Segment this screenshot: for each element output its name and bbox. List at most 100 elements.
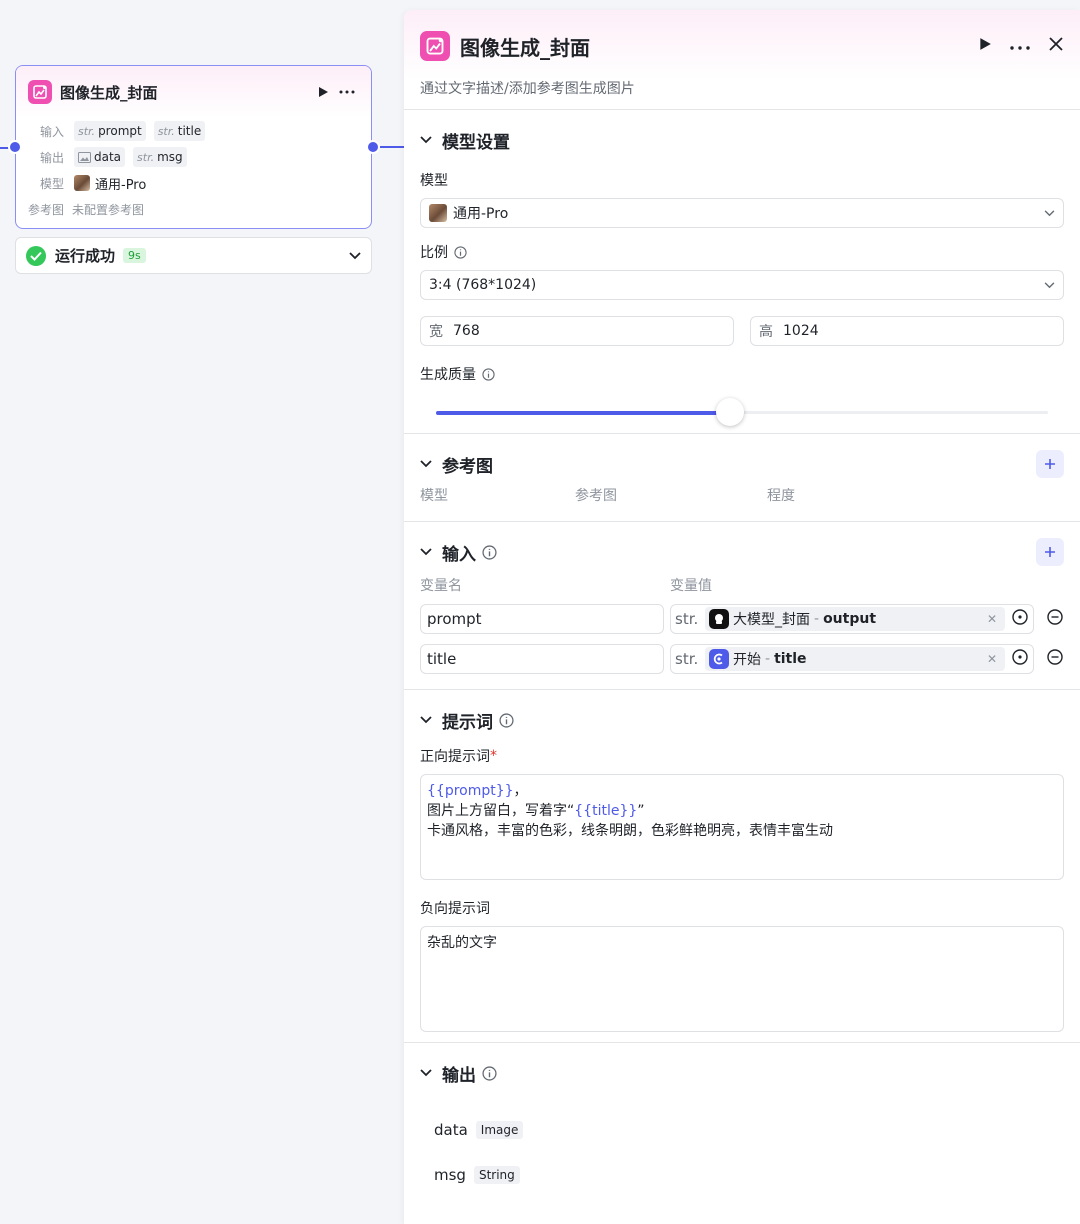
chevron-down-icon[interactable] <box>349 248 361 264</box>
node-model-row: 模型 通用-Pro <box>16 170 371 196</box>
prompt-title: 提示词 <box>442 712 493 733</box>
run-icon[interactable] <box>311 80 335 104</box>
model-settings-header[interactable]: 模型设置 <box>420 110 1064 170</box>
ref-value: 未配置参考图 <box>72 202 145 217</box>
reference-title: 参考图 <box>442 456 493 477</box>
var-ref-chip[interactable]: 开始 - title ✕ <box>705 647 1005 671</box>
model-settings-section: 模型设置 模型 通用-Pro 比例 3:4 (768*1024) 宽 768 高 <box>404 110 1080 434</box>
image-gen-icon <box>28 80 52 104</box>
info-icon[interactable] <box>482 1065 497 1081</box>
chevron-down-icon[interactable] <box>420 460 432 468</box>
image-icon <box>78 151 91 163</box>
positive-label-row: 正向提示词 * <box>420 746 1064 766</box>
input-row: title str. 开始 - title ✕ <box>420 644 1064 674</box>
ref-col-model: 模型 <box>420 488 448 504</box>
clear-icon[interactable]: ✕ <box>987 652 1001 666</box>
var-value-field[interactable]: str. 大模型_封面 - output ✕ <box>670 604 1034 634</box>
quality-label-row: 生成质量 <box>420 364 1064 384</box>
outputs-header[interactable]: 输出 <box>420 1043 1064 1103</box>
chevron-down-icon <box>1044 281 1055 288</box>
var-ref-chip[interactable]: 大模型_封面 - output ✕ <box>705 607 1005 631</box>
var-name-input[interactable]: title <box>420 644 664 674</box>
chevron-down-icon[interactable] <box>420 548 432 556</box>
node-header: 图像生成_封面 <box>16 66 371 118</box>
ratio-label-row: 比例 <box>420 242 1064 262</box>
height-value: 1024 <box>783 323 819 339</box>
width-input[interactable]: 宽 768 <box>420 316 734 346</box>
col-var-name: 变量名 <box>420 578 462 594</box>
llm-icon <box>709 609 729 629</box>
model-select[interactable]: 通用-Pro <box>420 198 1064 228</box>
positive-prompt-textarea[interactable]: {{prompt}}， 图片上方留白，写着字“{{title}}” 卡通风格，丰… <box>420 774 1064 880</box>
clear-icon[interactable]: ✕ <box>987 612 1001 626</box>
model-label: 模型 <box>40 176 65 191</box>
var-type: str. <box>675 610 699 628</box>
info-icon[interactable] <box>454 245 467 259</box>
info-icon[interactable] <box>482 367 495 381</box>
ratio-select[interactable]: 3:4 (768*1024) <box>420 270 1064 300</box>
node-ref-row: 参考图 未配置参考图 <box>16 196 371 222</box>
info-icon[interactable] <box>499 712 514 728</box>
add-input-button[interactable] <box>1036 538 1064 566</box>
info-icon[interactable] <box>482 544 497 560</box>
output-tag: data <box>74 147 126 167</box>
slider-thumb[interactable] <box>715 398 744 426</box>
remove-icon[interactable] <box>1046 648 1064 670</box>
output-tag: str. msg <box>133 147 187 167</box>
model-label: 模型 <box>420 173 448 189</box>
add-reference-button[interactable] <box>1036 450 1064 478</box>
type-prefix: str. <box>157 124 175 138</box>
run-icon[interactable] <box>978 37 992 55</box>
inputs-label: 输入 <box>40 124 65 139</box>
target-icon[interactable] <box>1011 648 1029 670</box>
node-inputs-row: 输入 str. prompt str. title <box>16 118 371 144</box>
node-config-panel: 图像生成_封面 通过文字描述/添加参考图生成图片 模型设置 模型 通用-Pro … <box>404 10 1080 1224</box>
outputs-title: 输出 <box>442 1065 476 1086</box>
input-name: title <box>177 124 202 138</box>
output-item: data Image <box>420 1107 1064 1152</box>
run-status-bar[interactable]: 运行成功 9s <box>15 237 372 274</box>
target-icon[interactable] <box>1011 608 1029 630</box>
prompt-section: 提示词 正向提示词 * {{prompt}}， 图片上方留白，写着字“{{titl… <box>404 690 1080 1043</box>
image-gen-node[interactable]: 图像生成_封面 输入 str. prompt str. title 输出 data … <box>15 65 372 229</box>
height-input[interactable]: 高 1024 <box>750 316 1064 346</box>
outputs-label: 输出 <box>40 150 65 165</box>
output-type: String <box>473 1165 520 1184</box>
height-prefix: 高 <box>759 324 773 340</box>
output-port[interactable] <box>366 140 380 154</box>
negative-prompt-text: 杂乱的文字 <box>427 935 497 951</box>
input-row: prompt str. 大模型_封面 - output ✕ <box>420 604 1064 634</box>
prompt-text: ， <box>513 783 528 799</box>
close-icon[interactable] <box>1048 36 1064 56</box>
type-prefix: str. <box>78 124 96 138</box>
remove-icon[interactable] <box>1046 608 1064 630</box>
col-var-value: 变量值 <box>670 578 712 594</box>
negative-prompt-textarea[interactable]: 杂乱的文字 <box>420 926 1064 1032</box>
more-icon[interactable] <box>335 80 359 104</box>
more-icon[interactable] <box>1010 38 1030 54</box>
type-prefix: str. <box>137 150 155 164</box>
var-value-field[interactable]: str. 开始 - title ✕ <box>670 644 1034 674</box>
input-tag: str. prompt <box>74 121 146 141</box>
ref-label: 参考图 <box>28 202 65 217</box>
quality-slider[interactable] <box>436 392 1048 432</box>
output-type: Image <box>475 1120 524 1139</box>
input-port[interactable] <box>8 140 22 154</box>
chevron-down-icon[interactable] <box>420 1069 432 1077</box>
chevron-down-icon[interactable] <box>420 136 432 144</box>
var-name-input[interactable]: prompt <box>420 604 664 634</box>
output-name: data <box>434 1120 468 1139</box>
prompt-header[interactable]: 提示词 <box>420 690 1064 750</box>
start-icon <box>709 649 729 669</box>
prompt-var-token: {{prompt}} <box>427 783 514 799</box>
reference-section: 参考图 模型 参考图 程度 <box>404 434 1080 522</box>
positive-prompt-label: 正向提示词 <box>420 749 490 765</box>
width-value: 768 <box>453 323 480 339</box>
plus-icon <box>1045 459 1055 469</box>
quality-label: 生成质量 <box>420 367 476 383</box>
model-select-value: 通用-Pro <box>453 206 509 222</box>
ref-separator: - <box>765 651 771 667</box>
chevron-down-icon[interactable] <box>420 716 432 724</box>
outputs-section: 输出 data Image msg String <box>404 1043 1080 1197</box>
prompt-text: 卡通风格，丰富的色彩，线条明朗，色彩鲜艳明亮，表情丰富生动 <box>427 823 833 839</box>
